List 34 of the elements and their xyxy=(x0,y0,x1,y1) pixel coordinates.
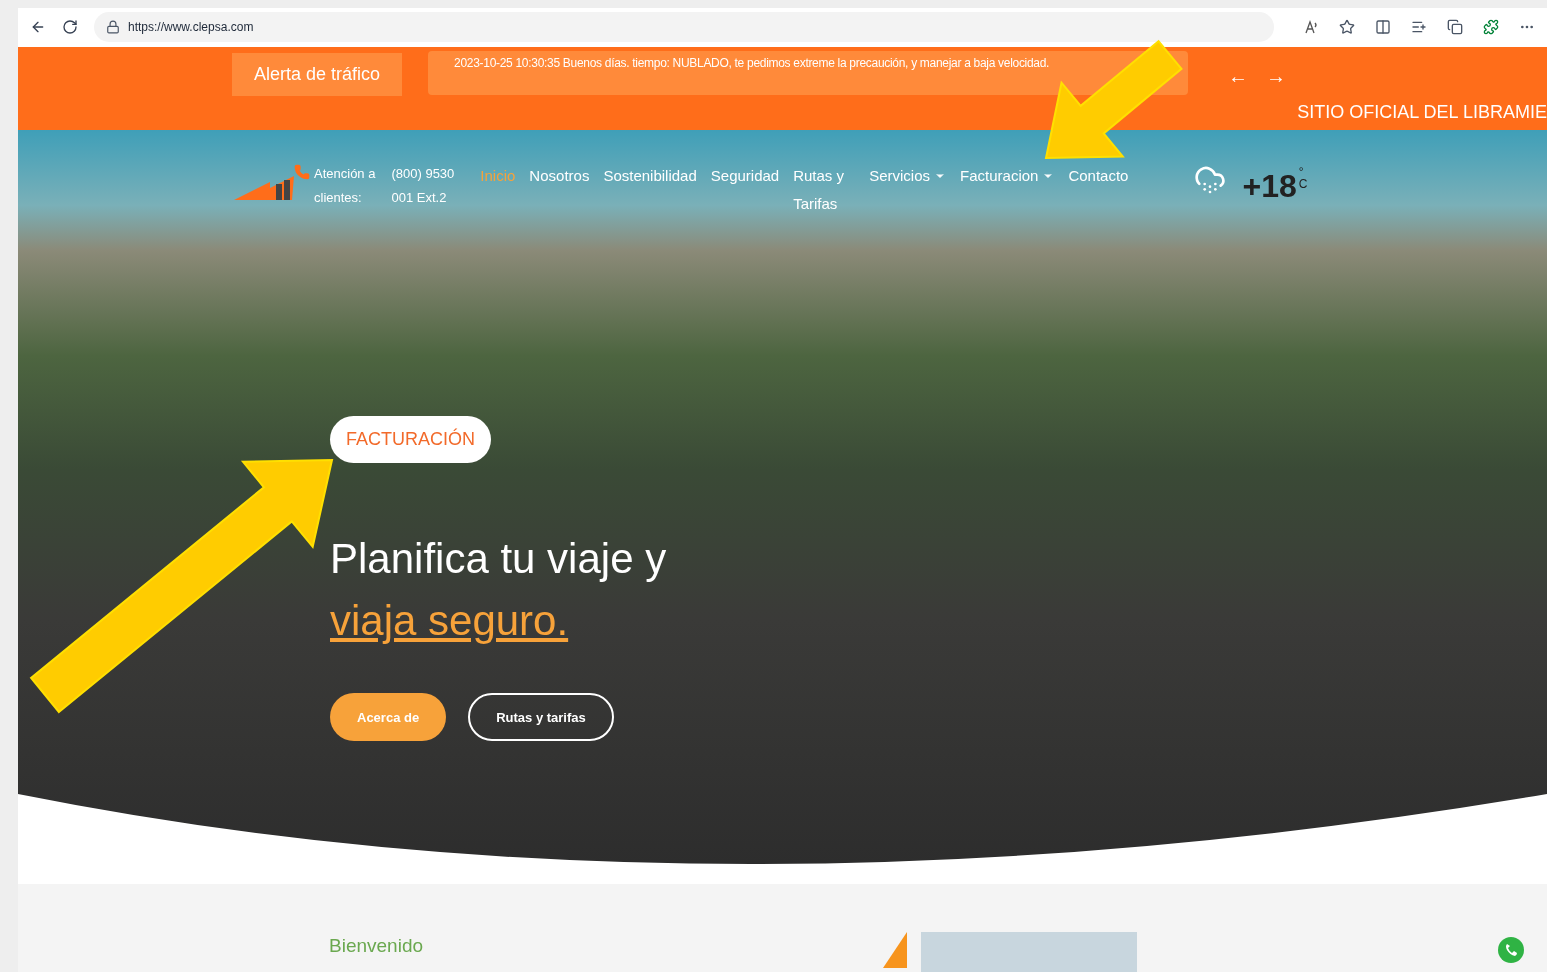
contact-phone: (800) 9530 001 Ext.2 xyxy=(391,165,455,208)
contact-label: Atención a clientes: xyxy=(314,165,376,208)
alert-message: 2023-10-25 10:30:35 Buenos días. tiempo: NUBLADO, te pedimos extreme la precaución, y manejar a baja velocidad. xyxy=(428,50,1189,95)
previous-button[interactable]: ← xyxy=(1228,60,1249,91)
hero-highlight: viaja seguro. xyxy=(330,596,569,647)
hero-button[interactable]: Acerca de xyxy=(330,693,447,742)
read-aloud-icon[interactable] xyxy=(1305,20,1319,35)
address-bar[interactable]: https://www.clepsa.com xyxy=(94,12,1274,43)
temperature-text: +18 xyxy=(1242,167,1297,207)
nav-link[interactable]: Nosotros xyxy=(529,162,590,219)
nav-link[interactable]: Rutas y Tarifas xyxy=(793,162,856,219)
site-tagline: SITIO OFICIAL DEL LIBRAMIE xyxy=(1297,101,1547,125)
refresh-icon[interactable] xyxy=(62,19,78,36)
hero-headline: Planifica tu viaje y xyxy=(330,534,667,585)
favorite-icon[interactable] xyxy=(1339,19,1355,36)
triangle-icon xyxy=(883,932,908,968)
next-button[interactable]: → xyxy=(1266,60,1287,91)
lock-icon xyxy=(106,20,120,35)
url-text: https://www.clepsa.com xyxy=(128,19,254,37)
phone-icon xyxy=(294,164,310,181)
nav-link[interactable]: Contacto xyxy=(1068,162,1129,219)
nav-link[interactable]: Seguridad xyxy=(710,162,780,219)
nav-link[interactable]: Facturacion xyxy=(960,162,1055,219)
collections-icon[interactable] xyxy=(1447,19,1463,36)
nav-link[interactable]: Sostenibilidad xyxy=(603,162,697,219)
extension-icon[interactable] xyxy=(1483,19,1499,36)
hero-button[interactable]: Rutas y tarifas xyxy=(468,693,614,742)
welcome-title: Bienvenido xyxy=(329,934,424,958)
nav-link[interactable]: Servicios xyxy=(869,162,947,219)
temperature-unit: °C xyxy=(1298,166,1309,191)
whatsapp-icon[interactable] xyxy=(1497,936,1525,964)
hero-badge[interactable]: FACTURACIÓN xyxy=(330,416,491,464)
split-screen-icon[interactable] xyxy=(1375,19,1391,36)
alert-label: Alerta de tráfico xyxy=(232,52,403,96)
